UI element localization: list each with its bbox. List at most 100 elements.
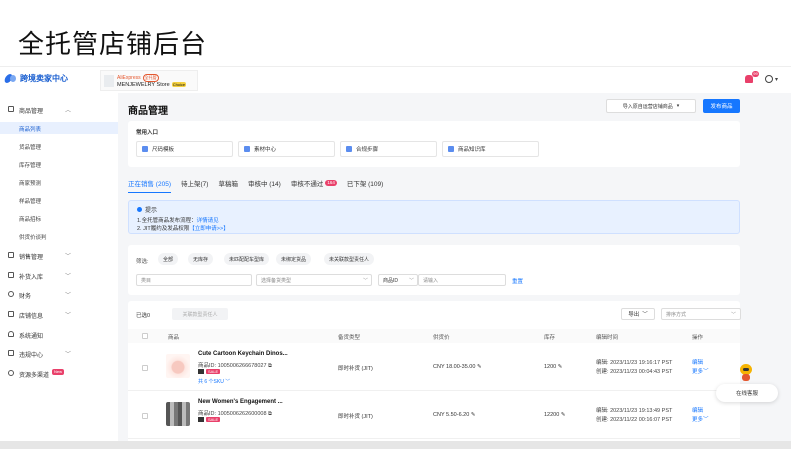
filter-chip-no-owner[interactable]: 未关联款型责任人 (324, 253, 375, 265)
product-name[interactable]: Cute Cartoon Keychain Dinos... (198, 351, 288, 357)
edit-icon[interactable]: ✎ (477, 364, 482, 370)
edit-icon[interactable]: ✎ (471, 412, 476, 418)
filter-chip-unbound[interactable]: 未绑定货品 (276, 253, 312, 265)
copy-icon[interactable]: ⧉ (268, 363, 272, 369)
tip-line-2: 2. JIT履约及发品权限【立即申请>>】 (137, 224, 229, 232)
page-title: 商品管理 (128, 106, 168, 117)
select-all-checkbox[interactable] (142, 333, 148, 339)
tip-line-text: 2. JIT履约及发品权限 (137, 226, 190, 232)
filter-chip-all[interactable]: 全部 (158, 253, 179, 265)
row-checkbox[interactable] (142, 365, 148, 371)
sidebar-item-product-management[interactable]: 商品管理 ︿ (0, 103, 118, 115)
product-thumbnail[interactable] (166, 402, 190, 426)
store-switcher[interactable]: AliExpress 全托管 MENJEWELRY Store Choice (100, 70, 198, 91)
created-time: 2023/11/22 00:16:07 PST (610, 417, 673, 423)
quick-link-knowledge-base[interactable]: 商品知识库 (442, 141, 539, 157)
chevron-down-icon: ﹀ (65, 274, 72, 280)
chevron-down-icon[interactable]: ▾ (775, 76, 778, 83)
reset-button[interactable]: 重置 (512, 277, 523, 285)
product-thumbnail[interactable] (166, 354, 190, 378)
category-placeholder: 类目 (141, 277, 152, 284)
export-button[interactable]: 导出 ﹀ (621, 308, 655, 320)
quick-link-compliance[interactable]: 合规步骤 (340, 141, 437, 157)
publish-product-button[interactable]: 发布商品 (703, 99, 740, 113)
edited-time: 2023/11/23 19:16:17 PST (610, 360, 673, 366)
quick-link-label: 合规步骤 (356, 147, 379, 153)
sidebar-item-inbound[interactable]: 补货入库 ﹀ (0, 269, 118, 281)
tab-delisted[interactable]: 已下架 (109) (347, 176, 383, 190)
sidebar-item-store-info[interactable]: 店铺信息 ﹀ (0, 308, 118, 320)
row-checkbox[interactable] (142, 413, 148, 419)
inbound-icon (8, 272, 14, 278)
edit-link[interactable]: 编辑 (692, 360, 703, 366)
tip-title: 提示 (145, 208, 158, 214)
logo-icon (5, 73, 17, 84)
sidebar-item-notifications[interactable]: 系统通知 (0, 328, 118, 340)
store-badge: 全托管 (142, 73, 159, 82)
created-label: 创建: (596, 369, 609, 375)
chevron-down-icon: ﹀ (408, 278, 414, 284)
product-name[interactable]: New Women's Engagement ... (198, 399, 283, 405)
more-menu[interactable]: 更多﹀ (692, 417, 709, 423)
quick-link-size-template[interactable]: 尺码模板 (136, 141, 233, 157)
sidebar: 商品管理 ︿ 商品列表 货品管理 库存管理 商家预测 样品管理 商品招标 供货价… (0, 93, 118, 441)
sidebar-item-finance[interactable]: 财务 ﹀ (0, 288, 118, 300)
sidebar-item-label: 系统通知 (19, 334, 44, 340)
sidebar-item-sales[interactable]: 销售管理 ﹀ (0, 249, 118, 261)
stock-type-placeholder: 选择备货类型 (261, 277, 292, 284)
assign-owner-button[interactable]: 关联款型责任人 (172, 308, 228, 320)
bell-icon[interactable] (745, 75, 753, 83)
sale-tag: SALE (198, 417, 221, 422)
search-input[interactable]: 请输入 (418, 274, 506, 286)
quick-link-label: 尺码模板 (152, 147, 175, 153)
tab-drafts[interactable]: 草稿箱 (218, 176, 238, 190)
edit-link[interactable]: 编辑 (692, 408, 703, 414)
filter-chip-unmatched[interactable]: 未匹配配车型库 (224, 253, 270, 265)
warning-icon (8, 350, 14, 356)
notification-count: 99 (752, 71, 759, 77)
sidebar-sub-product-list[interactable]: 商品列表 (0, 122, 118, 134)
user-icon[interactable] (765, 75, 773, 83)
category-select[interactable]: 类目 (136, 274, 252, 286)
sidebar-sub-price-negotiation[interactable]: 供货价谈判 (0, 230, 118, 242)
stock-type-select[interactable]: 选择备货类型 ﹀ (256, 274, 372, 286)
support-mascot-icon[interactable] (738, 364, 754, 382)
tab-pending-listing[interactable]: 待上架(7) (181, 176, 208, 190)
logo[interactable]: 跨境卖家中心 (5, 73, 68, 84)
sale-tag: SALE (198, 369, 221, 374)
more-menu[interactable]: 更多﹀ (692, 369, 709, 375)
sidebar-sub-tender[interactable]: 商品招标 (0, 212, 118, 224)
copy-icon[interactable]: ⧉ (268, 411, 272, 417)
tab-rejected[interactable]: 审核不通过 164 (291, 176, 337, 190)
sidebar-sub-goods[interactable]: 货品管理 (0, 140, 118, 152)
stock-type: 即时补货 (JIT) (338, 414, 373, 420)
sidebar-sub-inventory[interactable]: 库存管理 (0, 158, 118, 170)
sidebar-item-violations[interactable]: 违规中心 ﹀ (0, 347, 118, 359)
supply-price-value: CNY 18.00-35.00 (433, 364, 476, 370)
sidebar-sub-samples[interactable]: 样品管理 (0, 194, 118, 206)
ruler-icon (142, 146, 148, 152)
online-service-button[interactable]: 在线客服 (716, 384, 778, 402)
sort-select[interactable]: 排序方式 ﹀ (661, 308, 741, 320)
top-bar: 跨境卖家中心 AliExpress 全托管 MENJEWELRY Store C… (0, 67, 791, 93)
edit-icon[interactable]: ✎ (558, 364, 563, 370)
mascot-body (742, 374, 750, 381)
edit-icon[interactable]: ✎ (561, 412, 566, 418)
search-type-select[interactable]: 商品ID ﹀ (378, 274, 418, 286)
page: 全托管店铺后台 跨境卖家中心 AliExpress 全托管 MENJEWELRY… (0, 0, 791, 449)
sidebar-item-label: 店铺信息 (19, 314, 44, 320)
sidebar-sub-forecast[interactable]: 商家预测 (0, 176, 118, 188)
sidebar-item-multichannel[interactable]: 资源多渠道 New (0, 367, 118, 379)
tab-on-sale[interactable]: 正在销售 (205) (128, 176, 171, 193)
import-products-button[interactable]: 导入原自运营店铺商品 ▾ (606, 99, 696, 113)
search-placeholder: 请输入 (423, 277, 439, 284)
sku-toggle[interactable]: 共 6 个SKU ﹀ (198, 378, 230, 385)
tab-under-review[interactable]: 审核中 (14) (248, 176, 281, 190)
filter-chip-no-stock[interactable]: 无库存 (188, 253, 214, 265)
quick-link-material-center[interactable]: 素材中心 (238, 141, 335, 157)
tip-apply-link[interactable]: 【立即申请>>】 (189, 226, 228, 232)
supply-price-value: CNY 5.50-6.20 (433, 412, 470, 418)
bottom-bar (0, 441, 791, 449)
chevron-down-icon: ﹀ (65, 352, 72, 358)
stock-value: 1200 (544, 364, 557, 370)
